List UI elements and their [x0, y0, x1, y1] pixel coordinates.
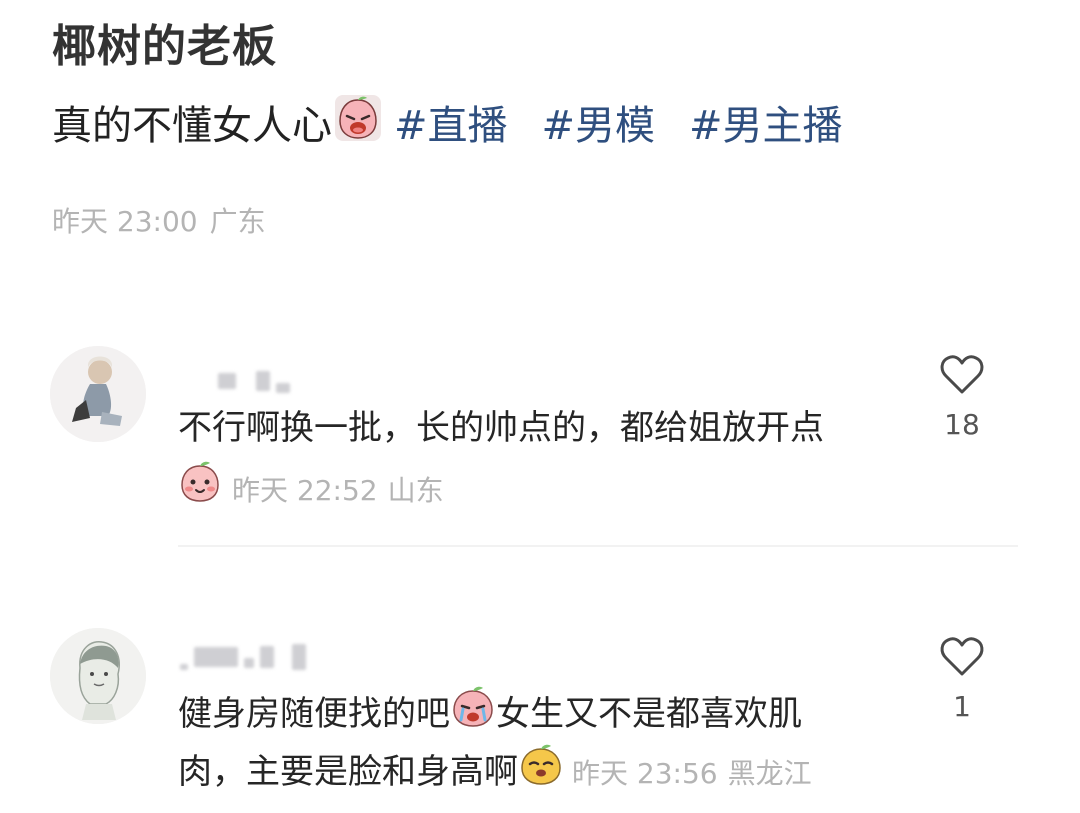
- smug-peach-icon: [518, 742, 564, 805]
- like-count: 1: [953, 690, 971, 723]
- post-author-name[interactable]: 椰树的老板: [52, 10, 277, 74]
- avatar[interactable]: [50, 628, 146, 724]
- post-date: 昨天 23:00: [52, 205, 198, 238]
- heart-icon[interactable]: [938, 352, 986, 400]
- comment-text-line2: 肉，主要是脸和身高啊 昨天 23:56 黑龙江: [178, 742, 812, 805]
- comment-divider: [178, 545, 1018, 547]
- post-location: 广东: [209, 205, 266, 238]
- like-count: 18: [944, 408, 980, 441]
- tag-male-model[interactable]: #男模: [542, 97, 656, 155]
- like-column: 1: [922, 634, 1002, 723]
- nickname-redacted[interactable]: [180, 640, 306, 674]
- post-content: 真的不懂女人心 #直播 #男模 #男主播: [52, 94, 843, 152]
- comment-location: 黑龙江: [727, 757, 812, 790]
- tag-male-host[interactable]: #男主播: [689, 97, 843, 155]
- like-column: 18: [922, 352, 1002, 441]
- nickname-redacted[interactable]: [180, 364, 290, 398]
- comment-date: 昨天 22:52: [232, 473, 378, 507]
- blushing-peach-icon: [178, 460, 222, 523]
- comment-text: 不行啊换一批，长的帅点的，都给姐放开点: [178, 408, 824, 448]
- comment-text-part3: 肉，主要是脸和身高啊: [178, 752, 518, 792]
- comment-text-part2: 女生又不是都喜欢肌: [496, 694, 802, 734]
- crying-face-emoji-icon: [334, 94, 382, 158]
- heart-icon[interactable]: [938, 634, 986, 682]
- crying-peach-icon: [450, 684, 496, 747]
- comment-date: 昨天 23:56: [572, 757, 718, 790]
- comment-meta: 昨天 22:52 山东: [178, 460, 444, 523]
- avatar[interactable]: [50, 346, 146, 442]
- post-meta: 昨天 23:00 广东: [52, 200, 266, 240]
- comment-text: 健身房随便找的吧 女生又不是都喜欢肌: [178, 684, 802, 747]
- comment-location: 山东: [387, 473, 444, 507]
- post-text-body: 真的不懂女人心: [52, 103, 332, 149]
- comment-text-part1: 健身房随便找的吧: [178, 694, 450, 734]
- tag-live[interactable]: #直播: [394, 97, 508, 155]
